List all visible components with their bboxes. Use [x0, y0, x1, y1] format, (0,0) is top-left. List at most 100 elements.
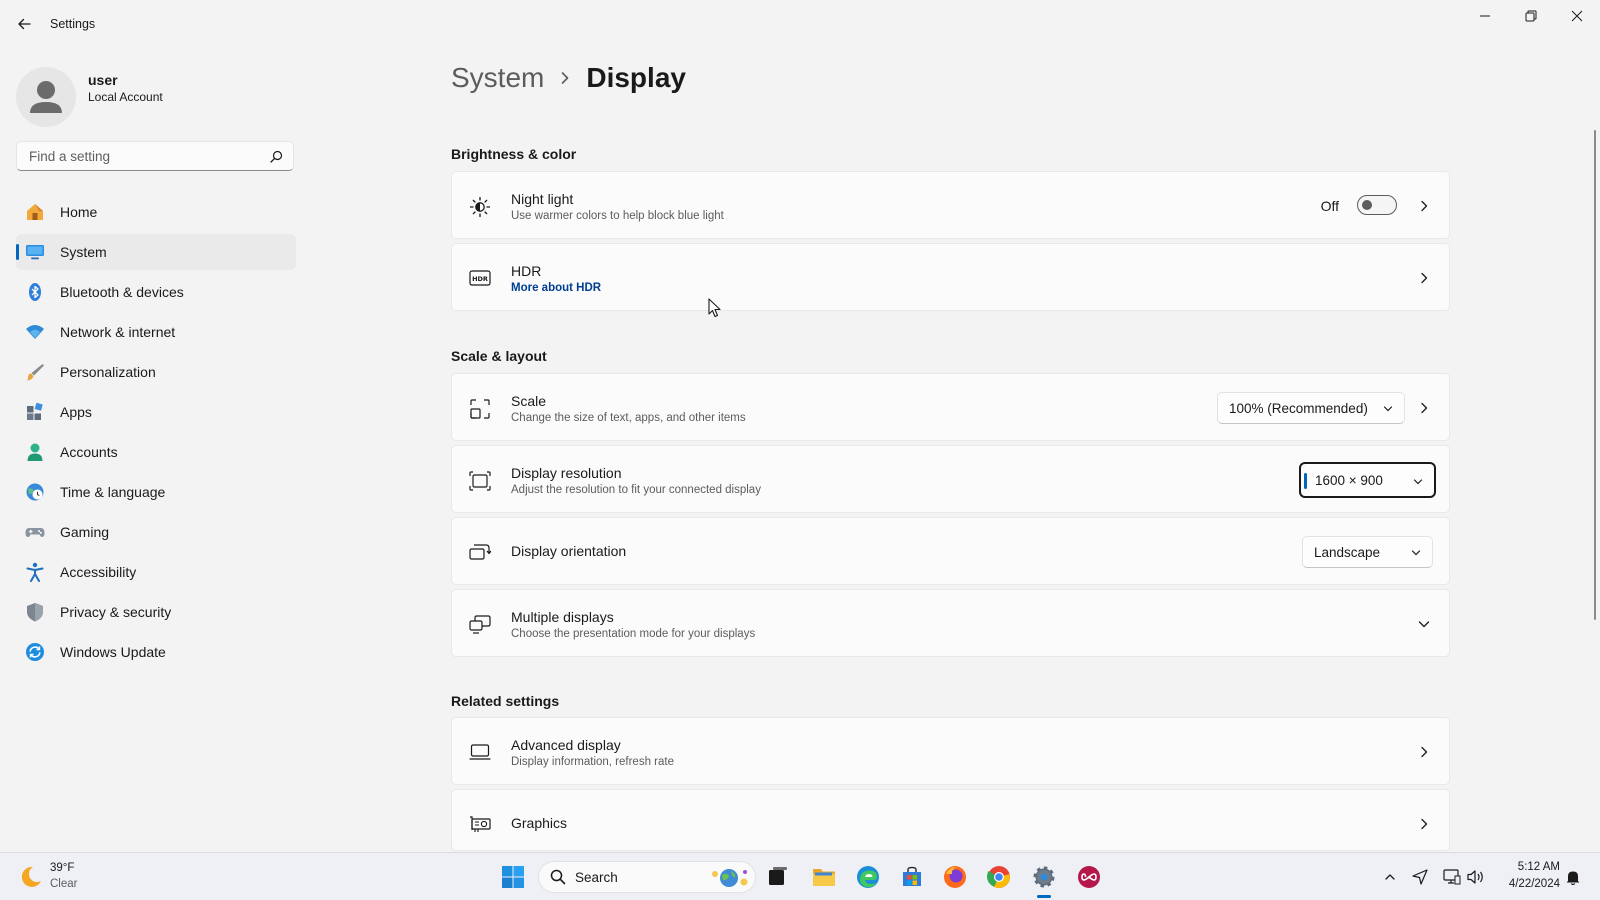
search-icon[interactable]	[270, 150, 283, 163]
scale-dropdown[interactable]: 100% (Recommended)	[1217, 392, 1405, 424]
display-resolution-title: Display resolution	[511, 465, 622, 481]
chevron-down-icon[interactable]	[1417, 617, 1431, 631]
sidebar-item-gaming[interactable]: Gaming	[16, 514, 296, 550]
weather-temperature[interactable]: 39°F	[50, 862, 74, 874]
display-orientation-title: Display orientation	[511, 543, 627, 559]
home-icon	[25, 202, 45, 222]
taskbar-store[interactable]	[896, 861, 928, 893]
account-type: Local Account	[88, 90, 163, 104]
network-icon[interactable]	[1442, 867, 1462, 887]
svg-text:HDR: HDR	[472, 275, 488, 283]
orientation-icon	[469, 542, 491, 562]
notification-bell-icon[interactable]	[1563, 867, 1583, 887]
close-button[interactable]	[1554, 0, 1600, 32]
sidebar-item-home[interactable]: Home	[16, 194, 296, 230]
taskbar-clock-time[interactable]: 5:12 AM	[1496, 861, 1560, 873]
taskbar-clock-date[interactable]: 4/22/2024	[1496, 878, 1560, 890]
display-resolution-dropdown[interactable]: 1600 × 900	[1299, 462, 1436, 498]
taskbar-chrome[interactable]	[983, 861, 1015, 893]
tray-overflow-chevron-up-icon[interactable]	[1380, 867, 1400, 887]
main-scrollbar[interactable]	[1594, 130, 1596, 620]
taskbar-edge[interactable]	[852, 861, 884, 893]
section-heading-scale-layout: Scale & layout	[451, 348, 547, 364]
sidebar-item-privacy[interactable]: Privacy & security	[16, 594, 296, 630]
sidebar-item-system[interactable]: System	[16, 234, 296, 270]
firefox-icon	[944, 866, 966, 888]
hdr-card[interactable]: HDR HDR More about HDR	[451, 243, 1450, 311]
chevron-right-icon	[560, 71, 570, 85]
sidebar-item-network[interactable]: Network & internet	[16, 314, 296, 350]
bluetooth-icon	[25, 282, 45, 302]
sidebar-item-windows-update[interactable]: Windows Update	[16, 634, 296, 670]
avatar	[16, 67, 76, 127]
clock-globe-icon	[25, 482, 45, 502]
multiple-displays-card[interactable]: Multiple displays Choose the presentatio…	[451, 589, 1450, 657]
taskbar-task-view[interactable]	[762, 861, 794, 893]
sidebar-item-time-language[interactable]: Time & language	[16, 474, 296, 510]
volume-icon[interactable]	[1466, 867, 1486, 887]
breadcrumb-system-link[interactable]: System	[451, 62, 544, 94]
more-about-hdr-link[interactable]: More about HDR	[511, 282, 601, 294]
start-button[interactable]	[497, 861, 529, 893]
weather-condition[interactable]: Clear	[50, 878, 77, 890]
sidebar-item-accounts[interactable]: Accounts	[16, 434, 296, 470]
chevron-right-icon	[1417, 745, 1431, 759]
taskbar-settings[interactable]	[1028, 861, 1060, 898]
apps-icon	[25, 402, 45, 422]
hdr-title: HDR	[511, 263, 542, 279]
monitor-icon	[469, 742, 491, 762]
settings-search-box[interactable]	[16, 141, 294, 171]
multiple-displays-icon	[469, 614, 491, 634]
window-title: Settings	[50, 17, 96, 31]
folder-icon	[813, 869, 835, 886]
sidebar-item-label: Bluetooth & devices	[60, 284, 184, 300]
sidebar-item-accessibility[interactable]: Accessibility	[16, 554, 296, 590]
chevron-down-icon	[1383, 404, 1393, 414]
orientation-dropdown-value: Landscape	[1314, 545, 1381, 560]
infinity-app-icon	[1078, 866, 1100, 888]
sidebar-nav: Home System Bluetooth & devices Network …	[16, 194, 296, 674]
sidebar-item-personalization[interactable]: Personalization	[16, 354, 296, 390]
mouse-cursor-icon	[708, 298, 722, 318]
minimize-button[interactable]	[1462, 0, 1508, 32]
taskbar-firefox[interactable]	[939, 861, 971, 893]
taskbar-app-red[interactable]	[1073, 861, 1105, 893]
graphics-title: Graphics	[511, 815, 568, 831]
wifi-icon	[25, 322, 45, 342]
chevron-right-icon	[1417, 817, 1431, 831]
moon-weather-icon[interactable]	[18, 864, 44, 890]
restore-button[interactable]	[1508, 0, 1554, 32]
minimize-icon	[1480, 15, 1490, 17]
display-resolution-card[interactable]: Display resolution Adjust the resolution…	[451, 445, 1450, 513]
night-light-title: Night light	[511, 191, 574, 207]
sidebar-item-label: Personalization	[60, 364, 156, 380]
edge-browser-icon	[857, 866, 879, 888]
sidebar-item-bluetooth[interactable]: Bluetooth & devices	[16, 274, 296, 310]
sidebar-item-apps[interactable]: Apps	[16, 394, 296, 430]
user-profile[interactable]: user Local Account	[16, 63, 316, 127]
sidebar-item-label: Windows Update	[60, 644, 166, 660]
scale-icon	[469, 398, 491, 419]
settings-search-input[interactable]	[27, 148, 261, 165]
display-orientation-card[interactable]: Display orientation Landscape	[451, 517, 1450, 585]
advanced-display-card[interactable]: Advanced display Display information, re…	[451, 717, 1450, 785]
taskbar-file-explorer[interactable]	[808, 861, 840, 893]
system-icon	[25, 242, 45, 262]
chevron-down-icon	[1411, 548, 1421, 558]
night-light-toggle[interactable]	[1357, 195, 1397, 215]
accounts-icon	[25, 442, 45, 462]
back-button[interactable]	[10, 10, 38, 38]
graphics-card[interactable]: Graphics	[451, 789, 1450, 851]
user-avatar-icon	[30, 81, 62, 113]
night-light-card[interactable]: Night light Use warmer colors to help bl…	[451, 171, 1450, 239]
shield-icon	[25, 602, 45, 622]
chrome-icon	[987, 866, 1010, 888]
night-light-subtitle: Use warmer colors to help block blue lig…	[511, 210, 724, 222]
night-light-toggle-state: Off	[1320, 198, 1339, 214]
sidebar-item-label: System	[60, 244, 107, 260]
display-orientation-dropdown[interactable]: Landscape	[1302, 536, 1433, 568]
multiple-displays-subtitle: Choose the presentation mode for your di…	[511, 628, 756, 640]
taskbar-search[interactable]: Search	[538, 861, 756, 893]
location-arrow-icon[interactable]	[1410, 867, 1430, 887]
scale-card[interactable]: Scale Change the size of text, apps, and…	[451, 373, 1450, 441]
